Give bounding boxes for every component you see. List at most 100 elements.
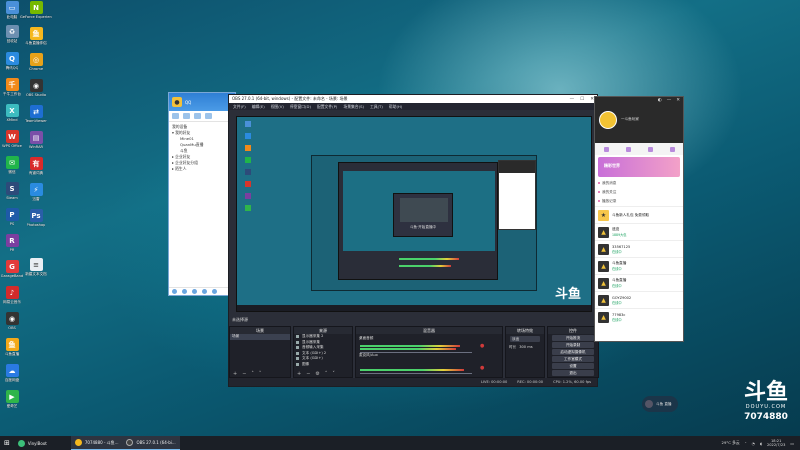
- duration-input[interactable]: 300 ms: [519, 345, 532, 350]
- desktop-icon[interactable]: ◉ OBS: [0, 312, 28, 330]
- preview-icon: [245, 133, 251, 139]
- desktop-icon[interactable]: 鱼斗鱼直播: [0, 338, 28, 356]
- volume-slider[interactable]: [360, 352, 472, 353]
- weather-widget[interactable]: 29°C 多云: [722, 440, 740, 446]
- maximize-icon[interactable]: ☐: [580, 97, 584, 102]
- mute-icon[interactable]: ●: [480, 343, 484, 349]
- desktop-icon[interactable]: ▤ WinRAR: [20, 131, 52, 149]
- douyu-window[interactable]: ◐ — ✕ 一斗鱼玩家 精彩世界 我的消息 我的关注 播放记录 ★ 斗鱼新人礼包…: [594, 96, 684, 342]
- menu-tools[interactable]: 工具(T): [370, 104, 383, 110]
- up-icon[interactable]: ˄: [325, 371, 328, 377]
- douyu-room-item[interactable]: ▲ GOYZ9002 在线中: [595, 291, 683, 308]
- settings-button[interactable]: 设置: [552, 363, 594, 369]
- desktop-icon[interactable]: ⚡ 迅雷: [20, 183, 52, 201]
- desktop-icon[interactable]: ⇄ TeamViewer: [20, 105, 52, 123]
- avatar[interactable]: [599, 111, 617, 129]
- qq-menu-icon[interactable]: [172, 289, 177, 294]
- qq-mail-icon[interactable]: [202, 289, 207, 294]
- add-icon[interactable]: +: [297, 371, 301, 377]
- menu-view[interactable]: 视图(V): [271, 104, 284, 110]
- volume-icon[interactable]: ◖: [760, 441, 762, 446]
- preview-icon: [245, 181, 251, 187]
- desktop-icon[interactable]: R PR: [0, 234, 28, 252]
- menu-docks[interactable]: 停靠窗口(D): [290, 104, 311, 110]
- transition-select[interactable]: 淡出: [510, 335, 540, 342]
- add-icon[interactable]: +: [233, 371, 237, 377]
- qq-apps-icon[interactable]: [212, 289, 217, 294]
- start-button[interactable]: ⊞: [0, 436, 14, 450]
- source-item[interactable]: 图像: [294, 362, 352, 368]
- qq-tab-contacts[interactable]: [172, 113, 179, 119]
- app-icon: Ps: [29, 209, 43, 222]
- taskbar-item[interactable]: 7074880 - 斗鱼...: [70, 436, 123, 450]
- remove-icon[interactable]: −: [242, 371, 246, 377]
- remove-icon[interactable]: −: [306, 371, 310, 377]
- floating-live-chip[interactable]: 斗鱼 直播: [642, 396, 678, 412]
- douyu-link[interactable]: 播放记录: [595, 197, 683, 206]
- obs-title: OBS 27.0.1 (64-bit, windows) - 配置文件: 未命名…: [232, 96, 348, 101]
- qq-files-icon[interactable]: [192, 289, 197, 294]
- start-streaming-button[interactable]: 开始推流: [552, 335, 594, 341]
- chevron-up-icon[interactable]: ˄: [745, 441, 747, 446]
- close-icon[interactable]: ✕: [676, 98, 680, 103]
- volume-slider[interactable]: [360, 373, 472, 374]
- qq-window[interactable]: ● QQ 我的设备 ▾ 我的好友 Mine01 QuanMu直播 斗鱼 ▸ 企业…: [168, 92, 236, 296]
- douyu-promo[interactable]: ★ 斗鱼新人礼包 免费领取: [595, 206, 683, 223]
- start-recording-button[interactable]: 开始录制: [552, 342, 594, 348]
- studio-mode-button[interactable]: 工作室模式: [552, 356, 594, 362]
- network-icon[interactable]: ◔: [752, 441, 755, 446]
- nav-message-icon[interactable]: [647, 146, 653, 152]
- up-icon[interactable]: ˄: [251, 371, 254, 377]
- douyu-room-item[interactable]: ▲ 斗鱼直播 在线中: [595, 257, 683, 274]
- gear-icon[interactable]: ⚙: [315, 371, 319, 377]
- menu-file[interactable]: 文件(F): [233, 104, 246, 110]
- desktop-icon[interactable]: 有有道词典: [20, 157, 52, 175]
- down-icon[interactable]: ˅: [332, 371, 335, 377]
- obs-preview-canvas[interactable]: 斗鱼·开始直播中 斗鱼: [236, 116, 592, 312]
- menu-scene-collection[interactable]: 场景集合(S): [343, 104, 364, 110]
- desktop-icon[interactable]: ▶ 爱奇艺: [0, 390, 28, 408]
- mute-icon[interactable]: ●: [480, 365, 484, 371]
- desktop-icon[interactable]: ◎ Chrome: [20, 53, 52, 71]
- desktop-icon[interactable]: NGeForce Experience: [20, 1, 52, 19]
- minimize-icon[interactable]: —: [570, 97, 575, 102]
- desktop-icon[interactable]: ♪ 网易云音乐: [0, 286, 28, 304]
- desktop-icon[interactable]: ◉ OBS Studio: [20, 79, 52, 97]
- qq-settings-icon[interactable]: [182, 289, 187, 294]
- skin-icon[interactable]: ◐: [658, 98, 662, 103]
- douyu-room-item[interactable]: ▲ 77983c 在线中: [595, 308, 683, 325]
- desktop-icon[interactable]: ≡ 新建文本文档: [20, 258, 52, 276]
- desktop-icon[interactable]: Ps Photoshop: [20, 209, 52, 227]
- douyu-link[interactable]: 我的消息: [595, 179, 683, 188]
- douyu-room-item[interactable]: ▲ 遗迹 1889大包: [595, 223, 683, 240]
- nav-settings-icon[interactable]: [669, 146, 675, 152]
- qq-tree-row[interactable]: ▸ 陌生人: [172, 166, 232, 172]
- notification-icon[interactable]: ▭: [790, 441, 794, 446]
- desktop-icon[interactable]: 鱼斗鱼直播伴侣: [20, 27, 52, 45]
- douyu-banner[interactable]: 精彩世界: [598, 157, 680, 177]
- obs-window[interactable]: OBS 27.0.1 (64-bit, windows) - 配置文件: 未命名…: [228, 94, 599, 387]
- nav-home-icon[interactable]: [603, 146, 609, 152]
- down-icon[interactable]: ˅: [259, 371, 262, 377]
- taskbar-item[interactable]: OBS 27.0.1 (64-bi...: [122, 436, 180, 450]
- virtual-camera-button[interactable]: 启动虚拟摄像机: [552, 349, 594, 355]
- douyu-room-item[interactable]: ▲ 斗鱼直播 在线中: [595, 274, 683, 291]
- app-icon: [17, 439, 25, 447]
- douyu-room-item[interactable]: ▲ 33567125 在线中: [595, 240, 683, 257]
- qq-tab-groups[interactable]: [183, 113, 190, 119]
- scene-item[interactable]: 场景: [230, 334, 290, 340]
- exit-button[interactable]: 退出: [552, 370, 594, 376]
- taskbar-item[interactable]: VinylBoot: [14, 436, 51, 450]
- douyu-link[interactable]: 我的关注: [595, 188, 683, 197]
- text-icon: [296, 351, 299, 355]
- menu-profile[interactable]: 配置文件(P): [317, 104, 337, 110]
- desktop-icon[interactable]: ☁ 百度网盘: [0, 364, 28, 382]
- clock[interactable]: 18:21 2022/7/23: [767, 439, 785, 448]
- minimize-icon[interactable]: —: [667, 98, 672, 103]
- menu-help[interactable]: 帮助(H): [389, 104, 402, 110]
- menu-edit[interactable]: 编辑(E): [252, 104, 265, 110]
- nav-follow-icon[interactable]: [625, 146, 631, 152]
- app-icon: 有: [29, 157, 43, 170]
- qq-tab-more[interactable]: [205, 113, 212, 119]
- qq-tab-spaces[interactable]: [194, 113, 201, 119]
